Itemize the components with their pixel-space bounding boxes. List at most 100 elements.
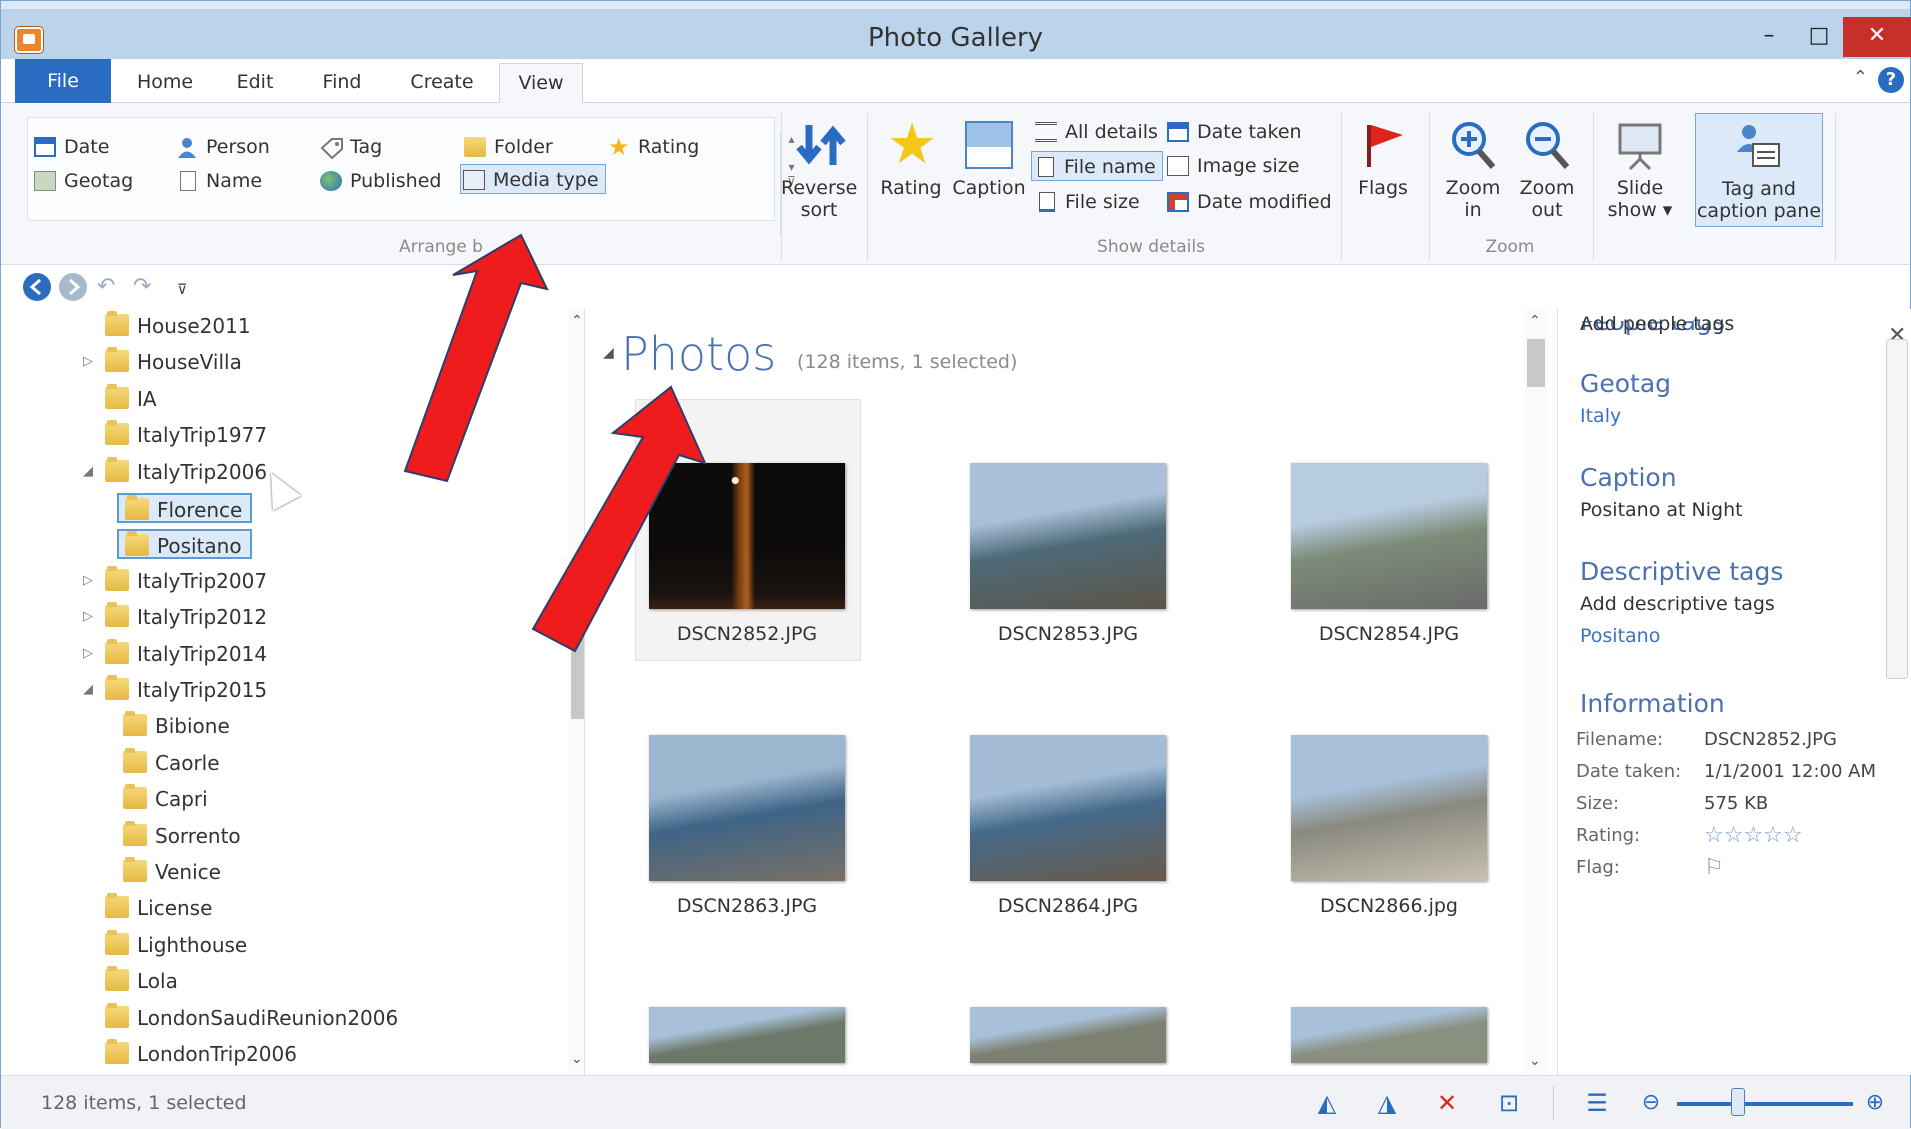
photo-thumbnail[interactable]: DSCN2863.JPG [649,735,845,917]
expand-toggle-icon[interactable]: ◢ [81,675,95,705]
caption-value[interactable]: Positano at Night [1580,499,1743,521]
folder-node[interactable]: LondonSaudiReunion2006 [99,1002,398,1033]
expand-toggle-icon[interactable]: ▷ [81,566,95,596]
all-details-button[interactable]: All details [1033,117,1158,147]
redo-icon[interactable]: ↷ [133,273,161,301]
slide-show-button[interactable]: Slide show ▾ [1601,121,1679,221]
arrange-media-type[interactable]: Media type [460,164,606,194]
pane-scrollbar[interactable] [1886,339,1908,679]
folder-node[interactable]: Venice [117,857,221,887]
forward-icon[interactable] [59,273,87,301]
customize-qat-icon[interactable]: ⊽ [177,273,205,301]
folder-node[interactable]: LondonTrip2006 [99,1039,297,1069]
close-button[interactable]: ✕ [1843,17,1911,57]
folder-node[interactable]: ItalyTrip2006 [99,456,267,487]
folder-node[interactable]: ItalyTrip2014 [99,638,267,669]
arrange-geotag[interactable]: Geotag [32,166,133,196]
folder-node[interactable]: Sorrento [117,820,241,851]
file-name-button[interactable]: File name [1031,151,1163,181]
undo-icon[interactable]: ↶ [97,273,125,301]
image-size-label: Image size [1197,155,1300,177]
folder-label: Florence [157,498,243,522]
back-icon[interactable] [23,273,51,301]
folder-node[interactable]: Bibione [117,711,230,741]
zoom-slider[interactable] [1677,1102,1853,1106]
photo-thumbnail[interactable] [970,1007,1166,1063]
folder-node[interactable]: Caorle [117,747,220,778]
show-rating-button[interactable]: ★ Rating [875,117,947,200]
info-value-flag[interactable]: ⚐ [1704,855,1724,880]
scroll-up-icon[interactable]: ⌃ [571,313,583,329]
folder-node[interactable]: License [99,893,212,923]
rotate-left-icon[interactable]: ◭ [1313,1090,1341,1116]
arrange-published[interactable]: Published [318,166,441,196]
folder-node[interactable]: ItalyTrip2012 [99,602,267,632]
arrange-rating[interactable]: ★ Rating [606,132,699,162]
slide-show-icon[interactable]: ⊡ [1495,1090,1523,1116]
info-value-rating[interactable]: ☆☆☆☆☆ [1704,823,1803,848]
tab-home[interactable]: Home [125,63,205,103]
folder-node[interactable]: House2011 [99,311,251,341]
folder-node[interactable]: ItalyTrip2007 [99,565,267,596]
reverse-sort-button[interactable]: Reverse sort [781,121,857,221]
main-scroll-thumb[interactable] [1527,339,1545,387]
tab-edit[interactable]: Edit [219,63,291,103]
scroll-down-icon[interactable]: ⌄ [1529,1053,1541,1069]
rotate-right-icon[interactable]: ◮ [1373,1090,1401,1116]
folder-node[interactable]: Lighthouse [99,929,247,960]
arrange-tag[interactable]: Tag [318,132,382,162]
zoom-out-icon[interactable]: ⊖ [1637,1090,1665,1116]
file-size-button[interactable]: File size [1033,187,1140,217]
arrange-date[interactable]: Date [32,132,109,162]
arrange-person[interactable]: Person [174,132,270,162]
expand-toggle-icon[interactable]: ◢ [81,457,95,487]
date-taken-button[interactable]: Date taken [1165,117,1302,147]
photo-thumbnail[interactable]: DSCN2864.JPG [970,735,1166,917]
add-people-tags[interactable]: Add people tags [1580,313,1734,335]
arrange-folder[interactable]: Folder [462,132,553,162]
main-scrollbar[interactable] [1525,309,1547,1075]
scroll-up-icon[interactable]: ⌃ [1529,313,1541,329]
photo-thumbnail[interactable] [649,1007,845,1063]
tag-caption-pane-button[interactable]: Tag and caption pane [1695,113,1823,227]
zoom-slider-knob[interactable] [1731,1088,1745,1116]
tab-find[interactable]: Find [305,63,379,103]
minimize-button[interactable]: – [1741,17,1797,57]
expand-toggle-icon[interactable]: ▷ [81,602,95,632]
collapse-group-icon[interactable]: ◢ [603,345,614,361]
tab-file[interactable]: File [15,59,111,103]
zoom-out-button[interactable]: Zoom out [1511,121,1583,221]
folder-node[interactable]: Florence [117,493,253,523]
folder-node[interactable]: Lola [99,966,178,996]
folder-node[interactable]: Positano [117,529,252,560]
geotag-value[interactable]: Italy [1580,405,1621,427]
tab-create[interactable]: Create [397,63,487,103]
descriptive-tag-value[interactable]: Positano [1580,625,1660,647]
arrange-name[interactable]: Name [174,166,262,196]
folder-node[interactable]: IA [99,383,157,414]
photo-thumbnail[interactable]: DSCN2854.JPG [1291,463,1487,645]
photo-thumbnail[interactable]: DSCN2866.jpg [1291,735,1487,917]
tab-view[interactable]: View [499,63,583,104]
expand-toggle-icon[interactable]: ▷ [81,347,95,377]
folder-node[interactable]: ItalyTrip2015 [99,675,267,705]
maximize-button[interactable]: □ [1791,17,1847,57]
help-icon[interactable]: ? [1878,67,1904,93]
delete-icon[interactable]: ✕ [1433,1090,1461,1116]
folder-node[interactable]: HouseVilla [99,347,242,377]
flags-button[interactable]: Flags [1347,121,1419,199]
date-modified-button[interactable]: Date modified [1165,187,1332,217]
expand-toggle-icon[interactable]: ▷ [81,639,95,669]
ribbon-collapse-icon[interactable]: ⌃ [1853,67,1868,88]
zoom-in-icon[interactable]: ⊕ [1861,1090,1889,1116]
folder-node[interactable]: Capri [117,784,208,814]
photo-thumbnail[interactable] [1291,1007,1487,1063]
add-descriptive-tags[interactable]: Add descriptive tags [1580,593,1775,615]
show-caption-button[interactable]: Caption [951,121,1027,199]
folder-node[interactable]: ItalyTrip1977 [99,420,267,450]
scroll-down-icon[interactable]: ⌄ [571,1051,583,1067]
details-view-icon[interactable]: ☰ [1583,1090,1611,1116]
zoom-in-button[interactable]: Zoom in [1437,121,1509,221]
image-size-button[interactable]: Image size [1165,151,1299,181]
photo-thumbnail[interactable]: DSCN2853.JPG [970,463,1166,645]
